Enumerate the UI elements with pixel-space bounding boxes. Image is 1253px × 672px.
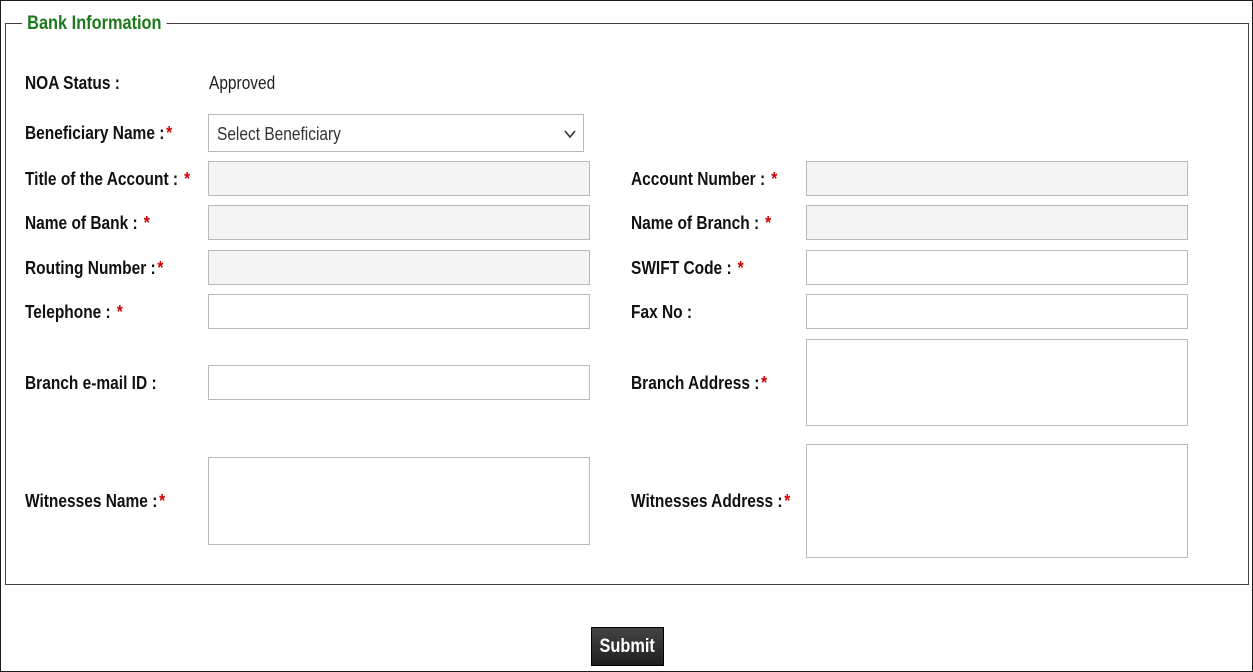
required-marker: * bbox=[784, 491, 791, 511]
name-of-bank-label: Name of Bank : * bbox=[25, 213, 150, 233]
fax-no-label: Fax No : bbox=[631, 302, 693, 322]
telephone-input[interactable] bbox=[208, 294, 590, 329]
routing-number-label: Routing Number :* bbox=[25, 258, 164, 278]
account-number-label: Account Number : * bbox=[631, 169, 778, 189]
required-marker: * bbox=[166, 123, 173, 143]
required-marker: * bbox=[771, 169, 778, 189]
name-of-branch-input[interactable] bbox=[806, 205, 1188, 240]
witnesses-name-label: Witnesses Name :* bbox=[25, 491, 166, 511]
telephone-label: Telephone : * bbox=[25, 302, 123, 322]
noa-status-label: NOA Status : bbox=[25, 73, 120, 93]
name-of-branch-label: Name of Branch : * bbox=[631, 213, 772, 233]
branch-email-label: Branch e-mail ID : bbox=[25, 373, 157, 393]
submit-button[interactable]: Submit bbox=[591, 627, 664, 666]
branch-address-label: Branch Address :* bbox=[631, 373, 768, 393]
witnesses-name-textarea[interactable] bbox=[208, 457, 590, 545]
branch-email-input[interactable] bbox=[208, 365, 590, 400]
required-marker: * bbox=[737, 258, 744, 278]
required-marker: * bbox=[761, 373, 768, 393]
witnesses-address-textarea[interactable] bbox=[806, 444, 1188, 558]
required-marker: * bbox=[143, 213, 150, 233]
required-marker: * bbox=[116, 302, 123, 322]
name-of-bank-input[interactable] bbox=[208, 205, 590, 240]
required-marker: * bbox=[157, 258, 164, 278]
beneficiary-select-value: Select Beneficiary bbox=[217, 124, 341, 144]
routing-number-input[interactable] bbox=[208, 250, 590, 285]
witnesses-address-label: Witnesses Address :* bbox=[631, 491, 791, 511]
title-of-account-label: Title of the Account : * bbox=[25, 169, 191, 189]
noa-status-value: Approved bbox=[209, 73, 276, 93]
section-legend: Bank Information bbox=[22, 11, 167, 37]
account-number-input[interactable] bbox=[806, 161, 1188, 196]
chevron-down-icon bbox=[564, 130, 576, 139]
beneficiary-name-label: Beneficiary Name :* bbox=[25, 123, 173, 143]
beneficiary-select[interactable]: Select Beneficiary bbox=[208, 114, 584, 152]
fax-no-input[interactable] bbox=[806, 294, 1188, 329]
swift-code-input[interactable] bbox=[806, 250, 1188, 285]
branch-address-textarea[interactable] bbox=[806, 339, 1188, 426]
submit-button-label: Submit bbox=[599, 635, 656, 657]
required-marker: * bbox=[765, 213, 772, 233]
required-marker: * bbox=[184, 169, 191, 189]
title-of-account-input[interactable] bbox=[208, 161, 590, 196]
required-marker: * bbox=[159, 491, 166, 511]
swift-code-label: SWIFT Code : * bbox=[631, 258, 744, 278]
